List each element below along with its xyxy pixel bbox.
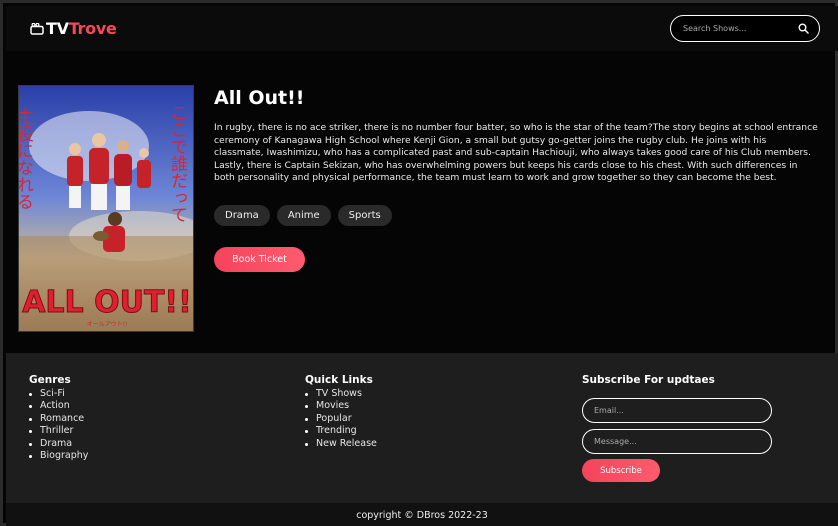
- logo[interactable]: TV Trove: [30, 19, 117, 38]
- footer-quick-link[interactable]: New Release: [305, 438, 377, 450]
- footer-genre-link[interactable]: Action: [29, 400, 88, 412]
- subscribe-button[interactable]: Subscribe: [582, 459, 660, 482]
- book-ticket-button[interactable]: Book Ticket: [214, 247, 305, 272]
- poster-vertical-right: ここで誰だって: [167, 104, 188, 223]
- subscribe-title: Subscribe For updtaes: [582, 374, 715, 386]
- footer-quick-link[interactable]: Popular: [305, 413, 377, 425]
- footer-genre-link[interactable]: Drama: [29, 438, 88, 450]
- footer: Genres Sci-Fi Action Romance Thriller Dr…: [6, 353, 838, 503]
- footer-genre-link[interactable]: Thriller: [29, 425, 88, 437]
- footer-subscribe: Subscribe For updtaes: [582, 374, 715, 388]
- logo-trove-text: Trove: [68, 19, 117, 38]
- genre-chip-anime[interactable]: Anime: [276, 205, 331, 226]
- tv-icon: [30, 22, 44, 35]
- footer-genres: Genres Sci-Fi Action Romance Thriller Dr…: [29, 374, 88, 462]
- footer-genres-title: Genres: [29, 374, 71, 386]
- footer-quick-links-title: Quick Links: [305, 374, 373, 386]
- footer-quick-link[interactable]: TV Shows: [305, 388, 377, 400]
- genre-chip-drama[interactable]: Drama: [214, 205, 270, 226]
- logo-tv-text: TV: [46, 19, 69, 38]
- show-poster: 主役になれる ここで誰だって ALL OUT!! オールアウト!!: [18, 85, 194, 332]
- poster-art: 主役になれる ここで誰だって ALL OUT!! オールアウト!!: [19, 86, 193, 331]
- poster-subtitle: オールアウト!!: [87, 320, 128, 328]
- copyright-text: copyright © DBros 2022-23: [356, 510, 488, 521]
- copyright-bar: copyright © DBros 2022-23: [6, 503, 838, 526]
- search-input[interactable]: [683, 21, 783, 36]
- poster-title: ALL OUT!!: [22, 285, 192, 320]
- footer-genre-link[interactable]: Biography: [29, 450, 88, 462]
- genre-chip-sports[interactable]: Sports: [337, 205, 392, 226]
- footer-quick-link[interactable]: Trending: [305, 425, 377, 437]
- footer-quick-links: Quick Links TV Shows Movies Popular Tren…: [305, 374, 377, 450]
- search-box: [670, 15, 820, 42]
- header: TV Trove: [6, 6, 838, 51]
- message-field[interactable]: [582, 429, 772, 454]
- poster-vertical-left: 主役になれる: [19, 108, 34, 210]
- search-icon[interactable]: [798, 23, 809, 34]
- footer-quick-link[interactable]: Movies: [305, 400, 377, 412]
- footer-genre-link[interactable]: Romance: [29, 413, 88, 425]
- show-title: All Out!!: [214, 87, 305, 109]
- genre-chips: Drama Anime Sports: [214, 205, 392, 226]
- show-description: In rugby, there is no ace striker, there…: [214, 122, 818, 183]
- email-field[interactable]: [582, 398, 772, 423]
- footer-genre-link[interactable]: Sci-Fi: [29, 388, 88, 400]
- page-frame: TV Trove Search Shows... 主役になれる ここで誰だって …: [0, 0, 838, 526]
